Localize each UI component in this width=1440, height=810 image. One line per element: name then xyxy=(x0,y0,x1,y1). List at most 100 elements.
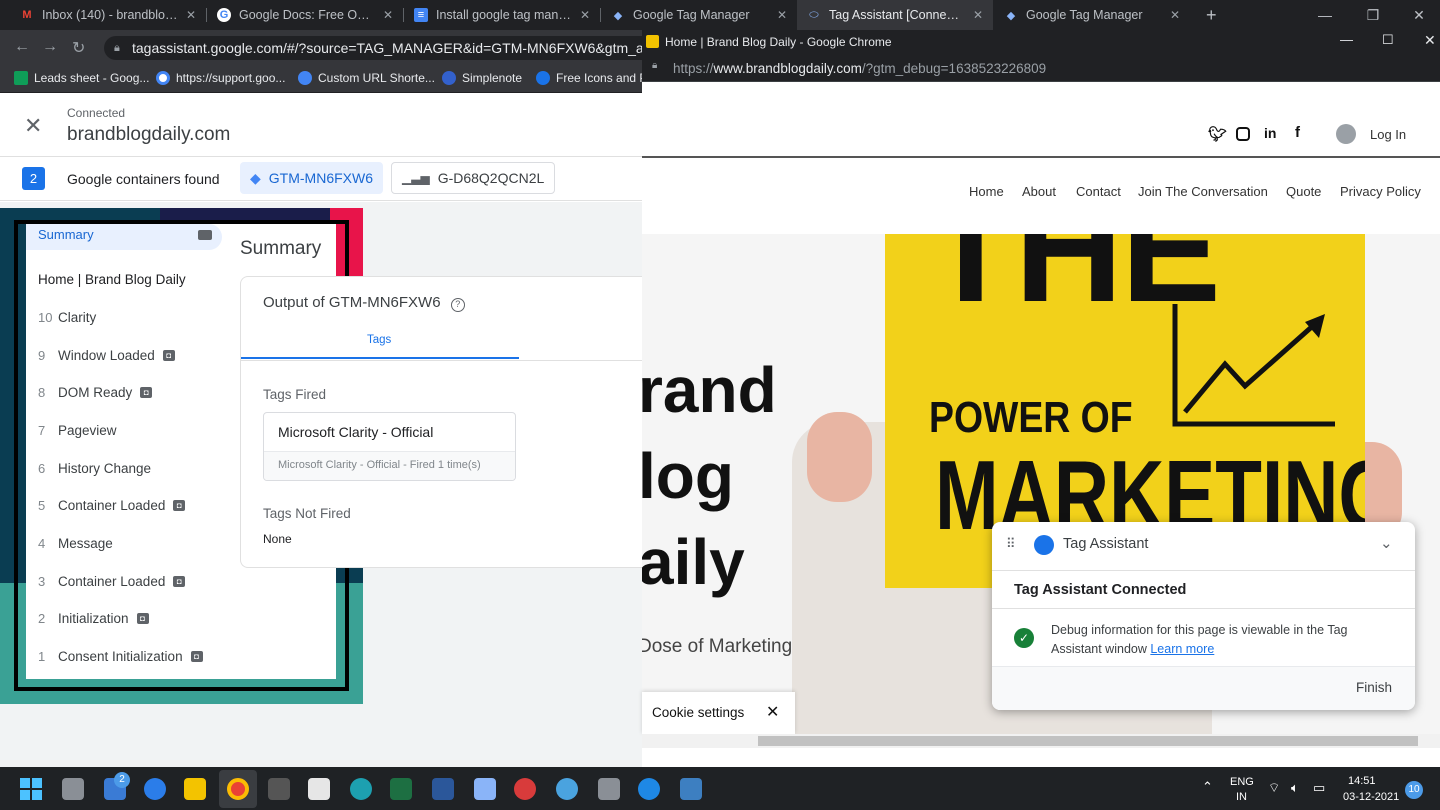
language-region[interactable]: IN xyxy=(1236,791,1247,803)
excel-icon[interactable] xyxy=(390,778,412,800)
finish-button[interactable]: Finish xyxy=(1356,680,1392,695)
horizontal-scrollbar[interactable] xyxy=(642,734,1440,748)
canva-icon[interactable] xyxy=(638,778,660,800)
close-icon[interactable]: ✕ xyxy=(766,702,779,722)
reload-icon[interactable]: ↻ xyxy=(72,38,85,58)
event-item[interactable]: 2 Initialization ◘ xyxy=(38,611,149,626)
clock-time[interactable]: 14:51 xyxy=(1348,775,1376,787)
close-icon[interactable]: ✕ xyxy=(580,8,590,22)
login-link[interactable]: Log In xyxy=(1370,127,1406,142)
volume-icon[interactable]: 🔈︎ xyxy=(1291,780,1299,796)
address-bar[interactable]: 🔒︎ tagassistant.google.com/#/?source=TAG… xyxy=(104,36,664,60)
battery-icon[interactable]: ▭ xyxy=(1313,780,1325,796)
photos-icon[interactable] xyxy=(680,778,702,800)
event-item[interactable]: 6 History Change xyxy=(38,461,151,476)
collapse-icon[interactable]: ⌄ xyxy=(1380,534,1393,552)
forward-icon[interactable]: → xyxy=(42,38,58,56)
chrome-icon[interactable] xyxy=(227,778,249,800)
close-icon[interactable]: ✕ xyxy=(186,8,196,22)
twitter-icon[interactable]: 🐦︎ xyxy=(1208,125,1227,143)
clock-date[interactable]: 03-12-2021 xyxy=(1343,791,1399,803)
nav-contact[interactable]: Contact xyxy=(1076,184,1121,199)
close-icon[interactable]: ✕ xyxy=(1170,8,1180,22)
close-window-icon[interactable]: ✕ xyxy=(1424,32,1436,49)
maximize-icon[interactable]: ❐ xyxy=(1350,0,1396,30)
screenshot-tool-icon[interactable] xyxy=(268,778,290,800)
event-item[interactable]: 9 Window Loaded ◘ xyxy=(38,348,175,363)
nav-join-conversation[interactable]: Join The Conversation xyxy=(1138,184,1268,199)
page-title[interactable]: Home | Brand Blog Daily xyxy=(38,272,186,287)
tab-tag-assistant[interactable]: ⬭ Tag Assistant [Connected] ✕ xyxy=(797,0,993,30)
popup-address-bar[interactable]: 🔒︎ https://www.brandblogdaily.com/?gtm_d… xyxy=(642,54,1440,82)
tag-manager-icon: ◘ xyxy=(140,387,153,398)
language-code[interactable]: ENG xyxy=(1230,776,1254,788)
calculator-icon[interactable] xyxy=(598,778,620,800)
tab-gmail[interactable]: M Inbox (140) - brandblogdai ✕ xyxy=(10,0,206,30)
bookmark-support[interactable]: https://support.goo... xyxy=(156,71,285,85)
docs-icon: ≡ xyxy=(414,8,428,22)
learn-more-link[interactable]: Learn more xyxy=(1150,642,1214,656)
notification-badge[interactable]: 10 xyxy=(1405,781,1423,799)
firefox-icon[interactable] xyxy=(144,778,166,800)
event-item[interactable]: 8 DOM Ready ◘ xyxy=(38,385,153,400)
linkedin-icon[interactable]: in xyxy=(1264,125,1276,141)
avatar-icon[interactable] xyxy=(1336,124,1356,144)
new-tab-button[interactable]: + xyxy=(1196,0,1224,30)
close-icon[interactable]: ✕ xyxy=(777,8,787,22)
nav-home[interactable]: Home xyxy=(969,184,1004,199)
snipping-tool-icon[interactable] xyxy=(308,778,330,800)
maximize-icon[interactable]: ☐ xyxy=(1382,32,1394,48)
event-item[interactable]: 4 Message xyxy=(38,536,113,551)
event-item[interactable]: 5 Container Loaded ◘ xyxy=(38,498,186,513)
close-icon[interactable]: ✕ xyxy=(973,8,983,22)
close-icon[interactable]: ✕ xyxy=(383,8,393,22)
file-explorer-icon[interactable] xyxy=(184,778,206,800)
event-item[interactable]: 3 Container Loaded ◘ xyxy=(38,574,186,589)
back-icon[interactable]: ← xyxy=(14,38,30,56)
container-chip-gtm[interactable]: ◆ GTM-MN6FXW6 xyxy=(240,162,383,194)
notepad-icon[interactable] xyxy=(474,778,496,800)
tab-gtm-2[interactable]: ◆ Google Tag Manager ✕ xyxy=(994,0,1190,30)
nav-about[interactable]: About xyxy=(1022,184,1056,199)
chevron-up-icon[interactable]: ⌃ xyxy=(1202,779,1213,795)
network-app-icon[interactable] xyxy=(556,778,578,800)
close-icon[interactable]: ✕ xyxy=(24,113,42,139)
wifi-icon[interactable]: ⌔ xyxy=(1268,780,1280,796)
task-view-icon[interactable] xyxy=(62,778,84,800)
tab-google-docs[interactable]: G Google Docs: Free Online D ✕ xyxy=(207,0,403,30)
nav-quote[interactable]: Quote xyxy=(1286,184,1321,199)
icons-icon xyxy=(536,71,550,85)
pdf-reader-icon[interactable] xyxy=(514,778,536,800)
tab-tags[interactable]: Tags xyxy=(241,327,519,359)
container-chip-ga[interactable]: ▁▃▅ G-D68Q2QCN2L xyxy=(391,162,556,194)
sidebar-item-summary[interactable]: Summary xyxy=(26,224,222,250)
fired-tag-card[interactable]: Microsoft Clarity - Official Microsoft C… xyxy=(263,412,516,481)
divider xyxy=(992,608,1415,609)
summary-heading: Summary xyxy=(240,238,322,259)
word-icon[interactable] xyxy=(432,778,454,800)
bookmark-free-icons[interactable]: Free Icons and P xyxy=(536,71,647,85)
close-window-icon[interactable]: ✕ xyxy=(1396,0,1440,30)
bookmark-url-shortener[interactable]: Custom URL Shorte... xyxy=(298,71,435,85)
drag-handle-icon[interactable]: ⠿ xyxy=(1006,536,1015,552)
event-number: 8 xyxy=(38,385,46,400)
minimize-icon[interactable]: — xyxy=(1340,32,1353,47)
event-item[interactable]: 1 Consent Initialization ◘ xyxy=(38,649,203,664)
scrollbar-thumb[interactable] xyxy=(758,736,1418,746)
tab-install-gtm[interactable]: ≡ Install google tag manager ✕ xyxy=(404,0,600,30)
bookmark-simplenote[interactable]: Simplenote xyxy=(442,71,522,85)
instagram-icon[interactable] xyxy=(1236,127,1250,141)
event-item[interactable]: 7 Pageview xyxy=(38,423,117,438)
nav-privacy-policy[interactable]: Privacy Policy xyxy=(1340,184,1421,199)
tab-gtm-1[interactable]: ◆ Google Tag Manager ✕ xyxy=(601,0,797,30)
windows-start-icon[interactable] xyxy=(20,778,42,800)
cookie-settings-link[interactable]: Cookie settings xyxy=(652,705,744,720)
minimize-icon[interactable]: — xyxy=(1302,0,1348,30)
facebook-icon[interactable]: f xyxy=(1295,124,1300,141)
edge-icon[interactable] xyxy=(350,778,372,800)
google-icon: G xyxy=(217,8,231,22)
event-item[interactable]: 10 Clarity xyxy=(38,310,96,325)
event-number: 3 xyxy=(38,574,46,589)
help-icon[interactable]: ? xyxy=(450,298,465,312)
bookmark-leads-sheet[interactable]: Leads sheet - Goog... xyxy=(14,71,149,85)
